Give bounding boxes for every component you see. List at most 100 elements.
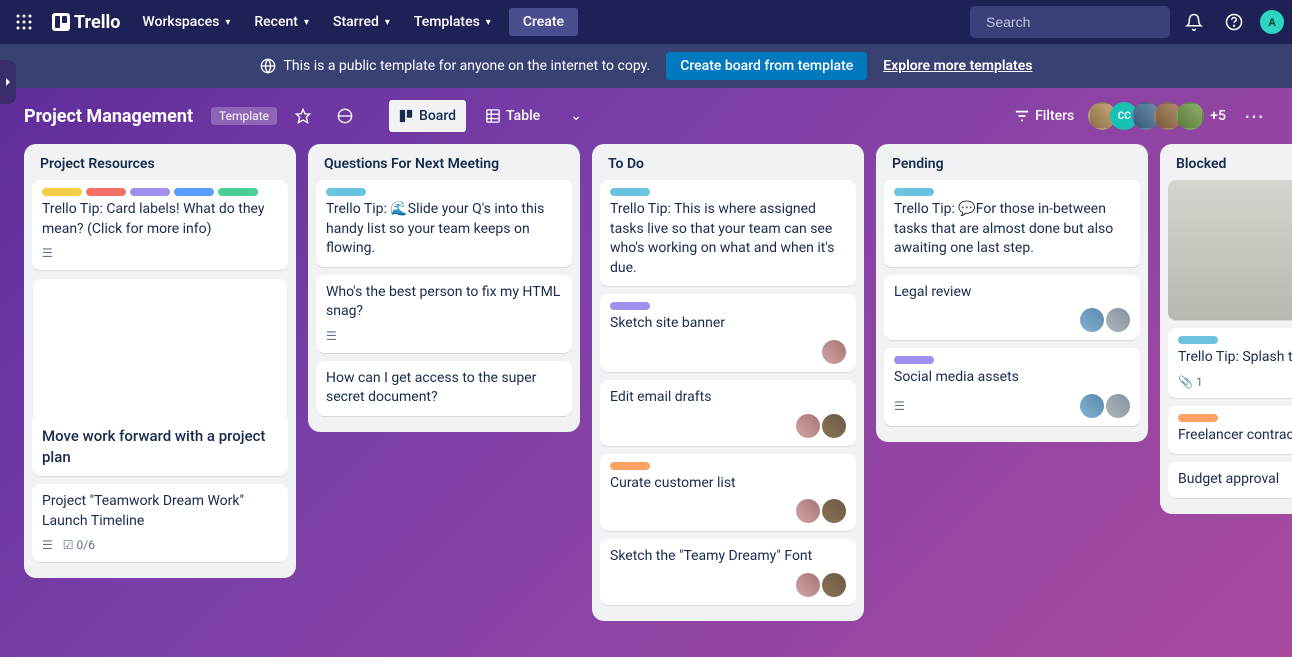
card-cover-image <box>32 278 288 418</box>
board-title[interactable]: Project Management <box>16 106 201 127</box>
search-input-wrapper[interactable] <box>970 6 1170 38</box>
label-yellow <box>42 188 82 196</box>
card-text: Trello Tip: 🌊Slide your Q's into this ha… <box>326 200 562 259</box>
card[interactable]: Sketch site banner <box>600 294 856 372</box>
card[interactable]: Social media assets ☰ <box>884 348 1140 426</box>
list-title[interactable]: Questions For Next Meeting <box>316 152 572 180</box>
card-text: Budget approval <box>1178 470 1292 490</box>
card[interactable] <box>1168 180 1292 320</box>
list-blocked: Blocked Trello Tip: Splash those redtape… <box>1160 144 1292 514</box>
nav-templates[interactable]: Templates▾ <box>404 8 501 36</box>
table-icon <box>486 109 500 123</box>
member-overflow-count[interactable]: +5 <box>1210 108 1226 124</box>
nav-starred[interactable]: Starred▾ <box>323 8 400 36</box>
card-text: Trello Tip: Card labels! What do they me… <box>42 200 278 239</box>
card-text: Trello Tip: This is where assigned tasks… <box>610 200 846 278</box>
card[interactable]: Project "Teamwork Dream Work" Launch Tim… <box>32 484 288 562</box>
card-text: Curate customer list <box>610 474 846 494</box>
card[interactable]: Legal review <box>884 275 1140 341</box>
card-member-avatar <box>1106 394 1130 418</box>
card[interactable]: Edit email drafts <box>600 380 856 446</box>
card-member-avatar <box>1106 308 1130 332</box>
visibility-icon[interactable] <box>329 100 361 132</box>
card-text: How can I get access to the super secret… <box>326 369 562 408</box>
card[interactable]: Budget approval <box>1168 462 1292 498</box>
label-purple <box>130 188 170 196</box>
card[interactable]: Who's the best person to fix my HTML sna… <box>316 275 572 353</box>
chevron-down-icon: ▾ <box>304 17 309 28</box>
views-dropdown[interactable]: ⌄ <box>560 100 592 132</box>
help-icon[interactable] <box>1218 6 1250 38</box>
label-purple <box>894 356 934 364</box>
member-avatar[interactable] <box>1176 102 1204 130</box>
card[interactable]: Trello Tip: 💬For those in-between tasks … <box>884 180 1140 267</box>
list-questions: Questions For Next Meeting Trello Tip: 🌊… <box>308 144 580 432</box>
card-text: Who's the best person to fix my HTML sna… <box>326 283 562 322</box>
chevron-down-icon: ▾ <box>486 17 491 28</box>
list-title[interactable]: Blocked <box>1168 152 1292 180</box>
card-text: Social media assets <box>894 368 1130 388</box>
board-canvas[interactable]: Project Resources Trello Tip: Card label… <box>0 144 1292 657</box>
card[interactable]: Freelancer contracts <box>1168 406 1292 454</box>
card[interactable]: Curate customer list <box>600 454 856 532</box>
board-view-button[interactable]: Board <box>389 100 466 132</box>
description-icon: ☰ <box>42 537 53 554</box>
explore-templates-link[interactable]: Explore more templates <box>883 58 1032 74</box>
card-member-avatar <box>822 414 846 438</box>
card[interactable]: Sketch the "Teamy Dreamy" Font <box>600 539 856 605</box>
label-red <box>86 188 126 196</box>
globe-icon <box>260 58 276 74</box>
card[interactable]: Trello Tip: This is where assigned tasks… <box>600 180 856 286</box>
card-member-avatar <box>796 499 820 523</box>
user-avatar[interactable]: A <box>1260 10 1284 34</box>
label-orange <box>610 462 650 470</box>
description-icon: ☰ <box>326 328 337 345</box>
list-pending: Pending Trello Tip: 💬For those in-betwee… <box>876 144 1148 442</box>
search-input[interactable] <box>986 14 1167 30</box>
card-member-avatar <box>822 573 846 597</box>
list-todo: To Do Trello Tip: This is where assigned… <box>592 144 864 621</box>
card[interactable]: How can I get access to the super secret… <box>316 361 572 416</box>
label-sky <box>326 188 366 196</box>
card[interactable]: Move work forward with a project plan <box>32 278 288 476</box>
trello-icon <box>52 13 70 31</box>
list-title[interactable]: To Do <box>600 152 856 180</box>
brand-name: Trello <box>74 12 120 33</box>
top-nav: Trello Workspaces▾ Recent▾ Starred▾ Temp… <box>0 0 1292 44</box>
board-menu-icon[interactable]: ⋯ <box>1236 104 1272 128</box>
sidebar-expand-button[interactable] <box>0 60 16 104</box>
card-text: Trello Tip: 💬For those in-between tasks … <box>894 200 1130 259</box>
list-title[interactable]: Pending <box>884 152 1140 180</box>
filters-button[interactable]: Filters <box>1015 108 1074 124</box>
template-badge[interactable]: Template <box>211 107 277 125</box>
attachment-icon: 📎 1 <box>1178 374 1203 391</box>
star-icon[interactable] <box>287 100 319 132</box>
nav-workspaces[interactable]: Workspaces▾ <box>132 8 240 36</box>
nav-recent[interactable]: Recent▾ <box>244 8 319 36</box>
list-title[interactable]: Project Resources <box>32 152 288 180</box>
create-from-template-button[interactable]: Create board from template <box>666 52 867 80</box>
apps-menu-icon[interactable] <box>8 6 40 38</box>
card-text: Move work forward with a project plan <box>42 426 278 468</box>
chevron-down-icon: ▾ <box>225 17 230 28</box>
create-button[interactable]: Create <box>509 8 578 36</box>
card-member-avatar <box>1080 308 1104 332</box>
label-purple <box>610 302 650 310</box>
card[interactable]: Trello Tip: Card labels! What do they me… <box>32 180 288 270</box>
notifications-icon[interactable] <box>1178 6 1210 38</box>
brand-logo[interactable]: Trello <box>44 12 128 33</box>
card-text: Project "Teamwork Dream Work" Launch Tim… <box>42 492 278 531</box>
card-member-avatar <box>822 340 846 364</box>
label-sky <box>610 188 650 196</box>
label-sky <box>1178 336 1218 344</box>
card-text: Legal review <box>894 283 1130 303</box>
card-text: Sketch site banner <box>610 314 846 334</box>
card-member-avatar <box>796 414 820 438</box>
card-member-avatar <box>1080 394 1104 418</box>
table-view-button[interactable]: Table <box>476 100 550 132</box>
board-members[interactable]: CC +5 <box>1094 102 1226 130</box>
card[interactable]: Trello Tip: 🌊Slide your Q's into this ha… <box>316 180 572 267</box>
card[interactable]: Trello Tip: Splash those redtape-heavy i… <box>1168 328 1292 398</box>
card-member-avatar <box>822 499 846 523</box>
label-green <box>218 188 258 196</box>
